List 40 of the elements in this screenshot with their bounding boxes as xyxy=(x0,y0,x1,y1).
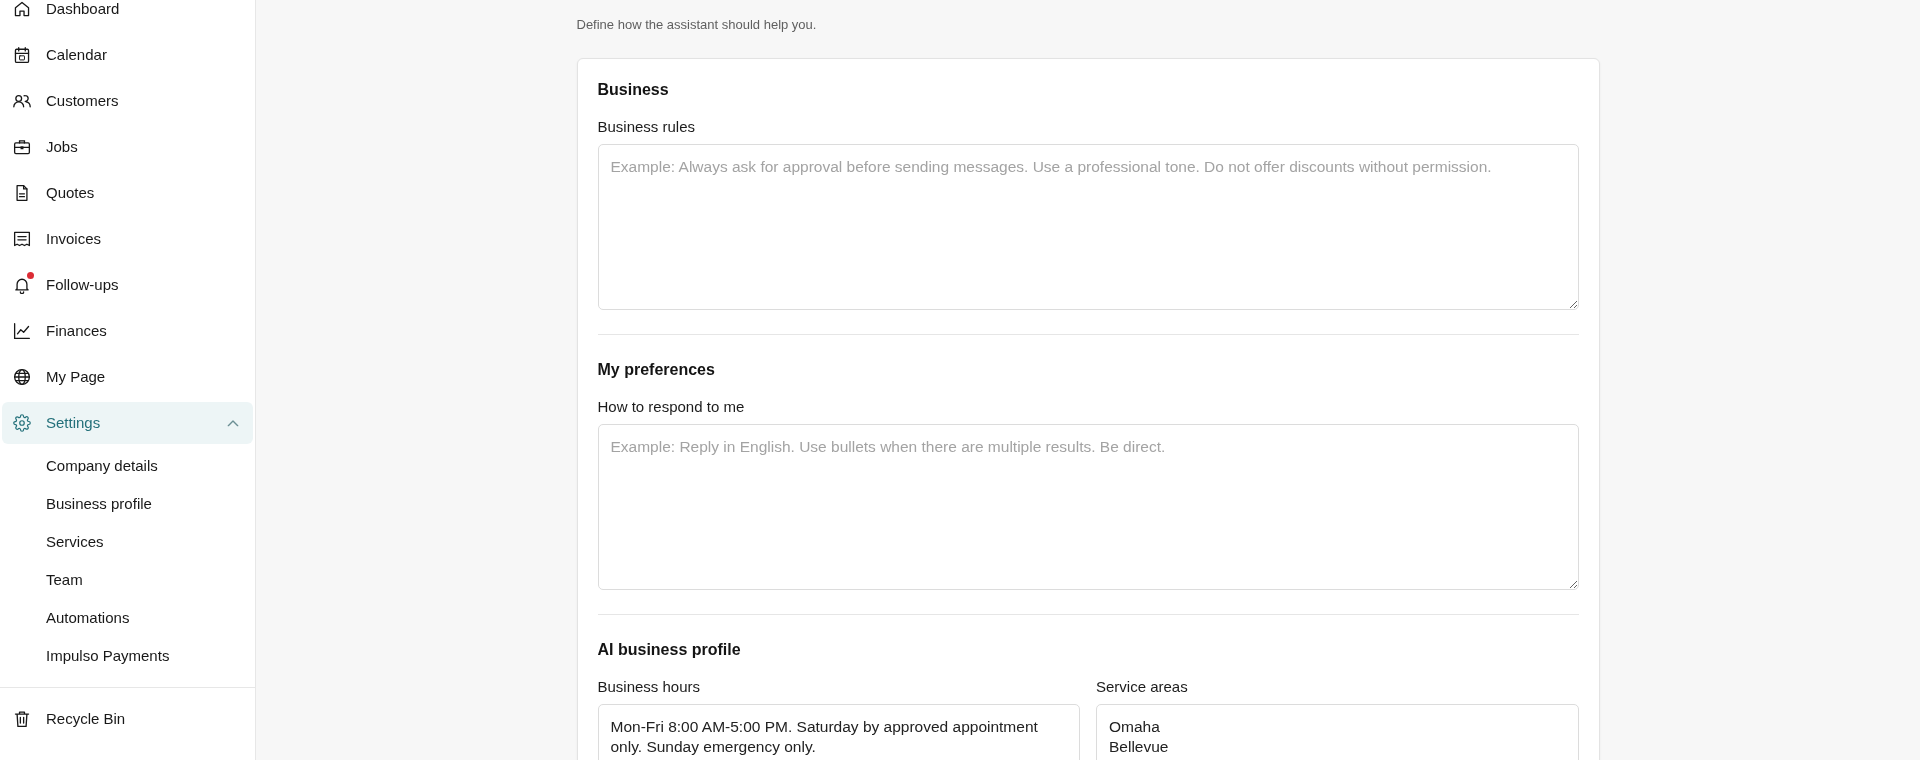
field-label: Business rules xyxy=(597,118,697,136)
sidebar-item[interactable]: Invoices xyxy=(2,218,253,260)
sidebar-item[interactable]: Quotes xyxy=(2,172,253,214)
home-icon xyxy=(13,0,31,18)
textarea-field[interactable]: Example: Reply in English. Use bullets when there are multiple results. Be direct. xyxy=(597,424,1579,590)
sidebar-subitem[interactable]: Business profile xyxy=(2,485,152,523)
trash-icon xyxy=(13,710,31,728)
settings-icon xyxy=(13,414,31,432)
field-label: Service areas xyxy=(1096,678,1189,696)
calendar-icon xyxy=(13,46,31,64)
textarea-field[interactable]: Mon-Fri 8:00 AM-5:00 PM. Saturday by approved appointment only. Sunday emergency only. xyxy=(597,704,1080,760)
briefcase-icon xyxy=(13,138,31,156)
field-label: How to respond to me xyxy=(597,398,746,416)
sidebar-item[interactable]: Recycle Bin xyxy=(2,698,253,740)
sidebar-item[interactable]: Dashboard xyxy=(2,0,253,30)
field-label: Business hours xyxy=(597,678,702,696)
page-subtitle: Define how the assistant should help you. xyxy=(576,17,817,33)
sidebar-item[interactable]: Customers xyxy=(2,80,253,122)
section-heading: AI business profile xyxy=(597,640,742,660)
sidebar-subitem[interactable]: Team xyxy=(2,561,83,599)
globe-icon xyxy=(13,368,31,386)
chart-line-icon xyxy=(13,322,31,340)
sidebar-item[interactable]: Calendar xyxy=(2,34,253,76)
bell-icon xyxy=(13,276,31,294)
textarea-field[interactable]: Example: Always ask for approval before sending messages. Use a professional tone. Do not offer discounts without permission. xyxy=(597,144,1579,310)
sidebar-subitem[interactable]: Company details xyxy=(2,447,158,485)
sidebar-item[interactable]: Settings xyxy=(2,402,253,444)
sidebar-item[interactable]: Finances xyxy=(2,310,253,352)
document-icon xyxy=(13,184,31,202)
users-icon xyxy=(13,92,31,110)
sidebar-item[interactable]: My Page xyxy=(2,356,253,398)
sidebar-subitem[interactable]: Automations xyxy=(2,599,130,637)
section-heading: Business xyxy=(597,80,670,100)
section-heading: My preferences xyxy=(597,360,716,380)
sidebar-item[interactable]: Jobs xyxy=(2,126,253,168)
sidebar-subitem[interactable]: Impulso Payments xyxy=(2,637,170,675)
receipt-icon xyxy=(13,230,31,248)
sidebar-subitem[interactable]: Services xyxy=(2,523,104,561)
sidebar-item[interactable]: Follow-ups xyxy=(2,264,253,306)
textarea-field[interactable]: Omaha Bellevue xyxy=(1096,704,1579,760)
